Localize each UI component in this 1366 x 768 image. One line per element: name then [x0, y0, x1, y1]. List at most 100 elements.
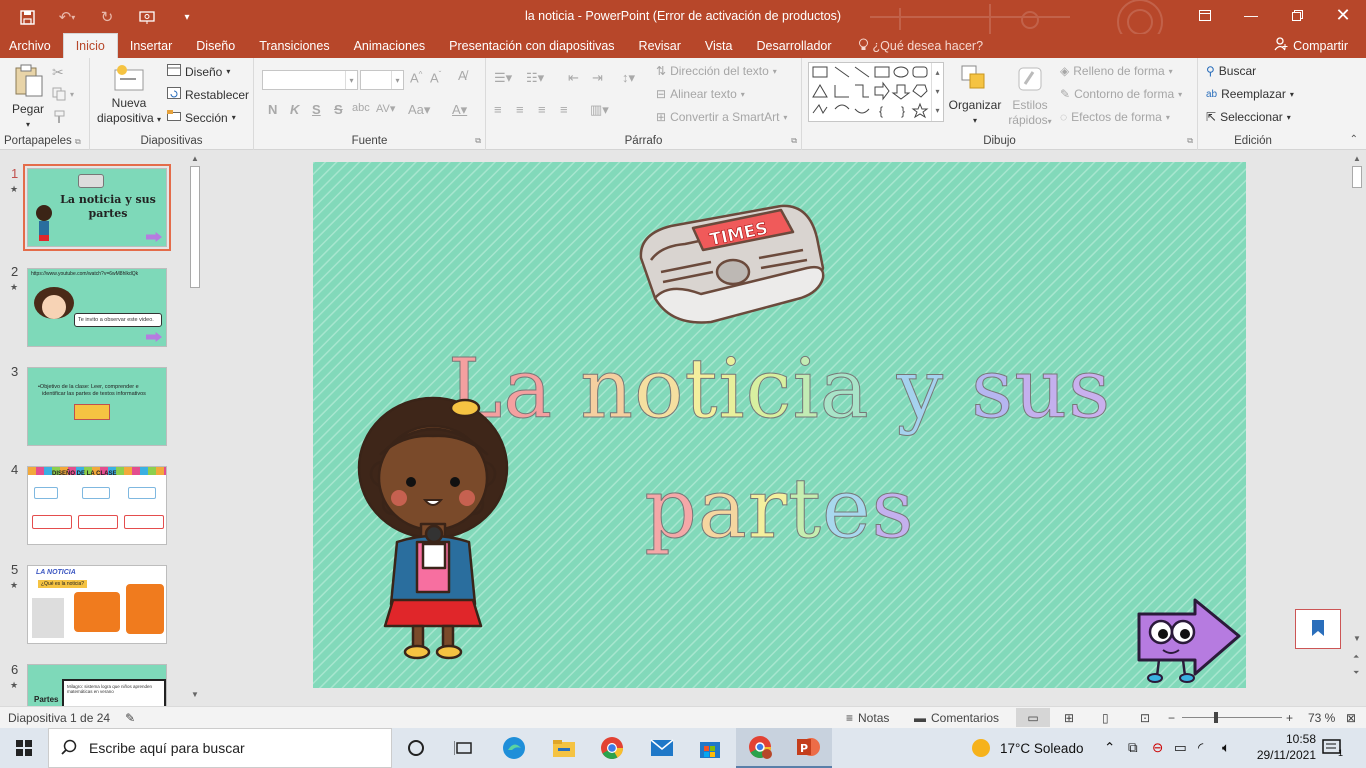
- restore-icon[interactable]: [1274, 0, 1320, 30]
- zoom-slider-thumb[interactable]: [1214, 712, 1218, 723]
- tab-revisar[interactable]: Revisar: [627, 34, 693, 58]
- shape-effects-button[interactable]: ◌ Efectos de forma ▾: [1060, 110, 1170, 124]
- thumbnail-slide-5[interactable]: LA NOTICIA ¿Qué es la noticia?: [27, 565, 167, 644]
- notification-center-icon[interactable]: 1: [1322, 728, 1343, 768]
- layout-button[interactable]: Diseño ▾: [167, 64, 230, 79]
- weather-widget[interactable]: 17°C Soleado: [972, 728, 1083, 768]
- thumbnail-slide-2[interactable]: https://www.youtube.com/watch?v=6wM8hlkd…: [27, 268, 167, 347]
- change-case-icon[interactable]: Aa▾: [408, 102, 430, 118]
- tab-animaciones[interactable]: Animaciones: [342, 34, 438, 58]
- new-slide-button[interactable]: Nueva diapositiva ▾: [94, 62, 164, 127]
- font-size-combo[interactable]: ▾: [360, 70, 404, 90]
- copy-icon[interactable]: ▾: [52, 87, 74, 101]
- increase-font-icon[interactable]: A^: [410, 70, 422, 85]
- shapes-gallery[interactable]: {} ▴ ▾ ▾: [808, 62, 944, 122]
- thumbnail-slide-1[interactable]: La noticia y sus partes: [23, 164, 171, 251]
- paste-button[interactable]: Pegar ▾: [8, 64, 48, 132]
- clear-format-icon[interactable]: A̸: [458, 68, 467, 83]
- customize-qat-icon[interactable]: ▾: [170, 3, 204, 31]
- text-direction-button[interactable]: ⇅ Dirección del texto ▾: [656, 64, 777, 78]
- decrease-indent-icon[interactable]: ⇤: [568, 70, 579, 86]
- scroll-thumb[interactable]: [1352, 166, 1362, 188]
- tab-presentacion[interactable]: Presentación con diapositivas: [437, 34, 626, 58]
- redo-icon[interactable]: ↻: [90, 3, 124, 31]
- scroll-up-icon[interactable]: ▲: [1353, 154, 1361, 163]
- previous-slide-icon[interactable]: ⏶: [1353, 652, 1359, 662]
- dialog-launcher-icon[interactable]: ⧉: [75, 137, 81, 146]
- tab-desarrollador[interactable]: Desarrollador: [745, 34, 844, 58]
- numbering-icon[interactable]: ☷▾: [526, 70, 544, 86]
- taskbar-search-box[interactable]: Escribe aquí para buscar: [48, 728, 392, 768]
- italic-icon[interactable]: K: [290, 102, 299, 117]
- align-text-button[interactable]: ⊟ Alinear texto ▾: [656, 87, 745, 101]
- zoom-out-icon[interactable]: −: [1168, 711, 1175, 725]
- increase-indent-icon[interactable]: ⇥: [592, 70, 603, 86]
- dialog-launcher-icon[interactable]: ⧉: [475, 136, 481, 146]
- scroll-thumb[interactable]: [190, 166, 200, 288]
- current-slide[interactable]: TIMES La noticia y sus partes: [313, 162, 1246, 688]
- tab-vista[interactable]: Vista: [693, 34, 745, 58]
- tab-transiciones[interactable]: Transiciones: [247, 34, 341, 58]
- start-slideshow-icon[interactable]: [130, 3, 164, 31]
- tab-inicio[interactable]: Inicio: [62, 33, 118, 58]
- dialog-launcher-icon[interactable]: ⧉: [1187, 136, 1193, 146]
- powerpoint-taskbar-icon[interactable]: P: [784, 728, 832, 768]
- smartart-button[interactable]: ⊞ Convertir a SmartArt ▾: [656, 110, 787, 124]
- bold-icon[interactable]: N: [268, 102, 277, 117]
- reading-view-icon[interactable]: ▯: [1102, 711, 1109, 725]
- next-arrow-mascot[interactable]: [1135, 596, 1245, 686]
- tell-me-box[interactable]: ¿Qué desea hacer?: [844, 34, 983, 58]
- wifi-icon[interactable]: ◜: [1198, 728, 1203, 768]
- format-painter-icon[interactable]: [52, 110, 66, 124]
- thumbnail-scrollbar[interactable]: ▲ ▼: [188, 150, 202, 706]
- slide-sorter-icon[interactable]: ⊞: [1064, 711, 1074, 725]
- thumbnail-slide-3[interactable]: •Objetivo de la clase: Leer, comprender …: [27, 367, 167, 446]
- justify-icon[interactable]: ≡: [560, 102, 568, 117]
- select-button[interactable]: ⇱ Seleccionar ▾: [1206, 110, 1291, 124]
- align-left-icon[interactable]: ≡: [494, 102, 502, 117]
- store-icon[interactable]: [686, 728, 734, 768]
- save-icon[interactable]: [10, 3, 44, 31]
- editor-scrollbar[interactable]: ▲ ▼ ⏶ ⏷: [1350, 150, 1364, 706]
- windows-start-icon[interactable]: [0, 728, 48, 768]
- fit-to-window-icon[interactable]: ⊠: [1346, 711, 1356, 725]
- dialog-launcher-icon[interactable]: ⧉: [791, 136, 797, 146]
- chrome-profile-icon[interactable]: [736, 728, 784, 768]
- find-button[interactable]: ⚲ Buscar: [1206, 64, 1256, 78]
- section-button[interactable]: Sección ▾: [167, 110, 236, 125]
- minimize-icon[interactable]: —: [1228, 0, 1274, 30]
- next-slide-icon[interactable]: ⏷: [1353, 668, 1359, 678]
- tab-insertar[interactable]: Insertar: [118, 34, 184, 58]
- spellcheck-icon[interactable]: ✎: [125, 711, 135, 725]
- decrease-font-icon[interactable]: Aˇ: [430, 70, 441, 85]
- scroll-down-icon[interactable]: ▼: [191, 690, 199, 699]
- thumbnail-slide-6[interactable]: Partes Milagro: sistema logra que niños …: [27, 664, 167, 706]
- shape-outline-button[interactable]: ✎ Contorno de forma ▾: [1060, 87, 1182, 101]
- spacing-icon[interactable]: AV▾: [376, 102, 395, 115]
- bullets-icon[interactable]: ☰▾: [494, 70, 512, 86]
- taskbar-clock[interactable]: 10:58 29/11/2021: [1257, 731, 1316, 763]
- quick-styles-button[interactable]: Estilos rápidos▾: [1004, 64, 1056, 129]
- mail-icon[interactable]: [638, 728, 686, 768]
- file-explorer-icon[interactable]: [540, 728, 588, 768]
- shape-fill-button[interactable]: ◈ Relleno de forma ▾: [1060, 64, 1173, 78]
- zoom-in-icon[interactable]: +: [1286, 711, 1293, 725]
- bookmark-button[interactable]: [1295, 609, 1341, 649]
- scroll-up-icon[interactable]: ▲: [191, 154, 199, 163]
- thumbnail-slide-4[interactable]: DISEÑO DE LA CLASE: [27, 466, 167, 545]
- columns-icon[interactable]: ▥▾: [590, 102, 609, 118]
- slideshow-view-icon[interactable]: ⊡: [1140, 711, 1150, 725]
- close-icon[interactable]: ✕: [1320, 0, 1366, 30]
- task-view-icon[interactable]: [440, 728, 488, 768]
- shadow-icon[interactable]: S: [334, 102, 343, 117]
- gallery-scroll[interactable]: ▴ ▾ ▾: [931, 63, 943, 121]
- align-right-icon[interactable]: ≡: [538, 102, 546, 117]
- zoom-slider[interactable]: [1182, 712, 1282, 723]
- font-color-icon[interactable]: A▾: [452, 102, 467, 118]
- notes-button[interactable]: ≡ Notas: [846, 711, 889, 725]
- tab-diseno[interactable]: Diseño: [184, 34, 247, 58]
- tray-chevron-icon[interactable]: ⌃: [1104, 728, 1115, 768]
- font-name-combo[interactable]: ▾: [262, 70, 358, 90]
- edge-icon[interactable]: [490, 728, 538, 768]
- zoom-level[interactable]: 73 %: [1308, 711, 1335, 725]
